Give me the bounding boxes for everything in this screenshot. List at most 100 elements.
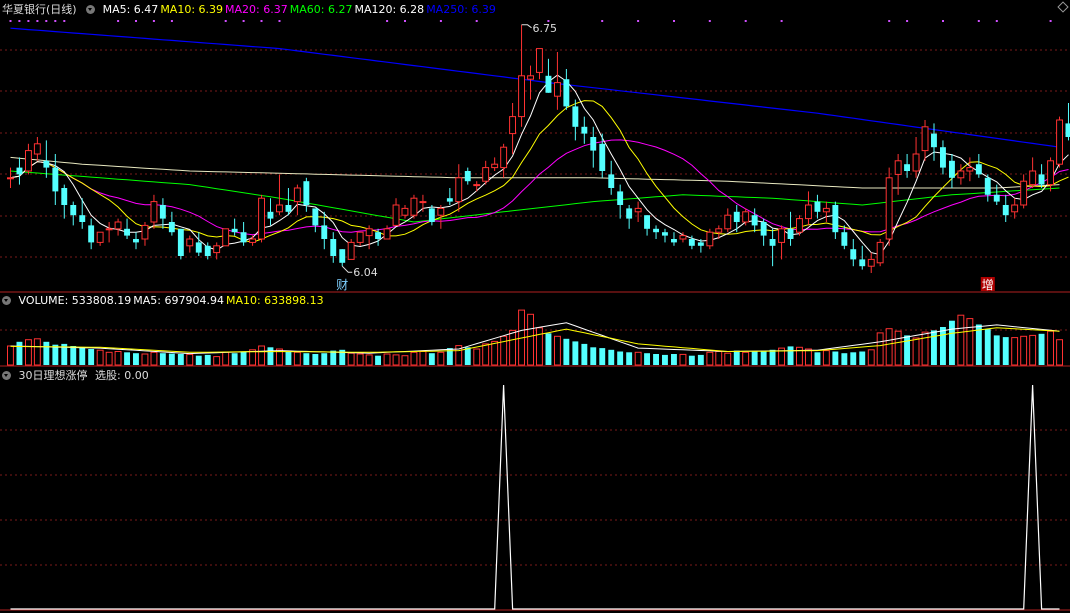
candle-body [626, 208, 633, 219]
indicator-signal-line [10, 384, 1060, 610]
volume-bar [473, 348, 481, 366]
volume-bar [70, 346, 77, 365]
candle-body [7, 177, 14, 180]
ma10-line [10, 100, 1069, 243]
volume-bar [114, 351, 122, 366]
volume-bar [437, 351, 445, 366]
volume-bar [1029, 334, 1037, 366]
volume-bar [706, 351, 714, 366]
volume-bar [545, 333, 552, 365]
candle-body [590, 137, 597, 151]
marker-dot [170, 20, 173, 22]
volume-bar [240, 351, 247, 365]
volume-bar [822, 350, 830, 366]
ma-legend-item-1: MA10: 6.39 [160, 3, 224, 16]
candle-body [133, 239, 139, 243]
dropdown-icon[interactable] [2, 371, 11, 380]
volume-bar [231, 353, 238, 365]
candlesticks [7, 24, 1070, 273]
marker-dot [995, 20, 998, 22]
volume-bar [150, 351, 158, 366]
candle-body [885, 177, 893, 240]
volume-bar [168, 353, 175, 365]
candle-body [401, 207, 409, 216]
marker-dot [780, 20, 783, 22]
candle-body [527, 75, 534, 80]
candle-body [814, 201, 821, 212]
dropdown-icon[interactable] [2, 296, 11, 305]
volume-bar [500, 335, 508, 366]
volume-bar [841, 353, 848, 365]
volume-bar [966, 318, 974, 366]
candle-body [392, 204, 400, 226]
candle-body [1047, 160, 1054, 186]
candle-body [419, 201, 427, 204]
volume-bar [885, 328, 893, 366]
marker-dot [906, 20, 909, 22]
volume-bar [904, 335, 910, 365]
volume-ma5-line [10, 322, 1060, 355]
volume-bar [88, 349, 95, 365]
candle-body [769, 239, 776, 246]
candle-body [473, 184, 481, 187]
volume-legend-item-1: MA5: 697904.94 [133, 294, 224, 307]
indicator-value: 0.00 [124, 369, 149, 382]
marker-dot [278, 20, 281, 22]
candle-body [787, 228, 794, 239]
candle-body [222, 228, 230, 247]
candle-body [52, 167, 59, 192]
marker-dot [547, 20, 550, 22]
candle-body [984, 177, 991, 195]
candle-body [482, 167, 490, 182]
marker-dot [9, 20, 12, 22]
candle-body [141, 224, 149, 240]
marker-dot [386, 20, 389, 22]
volume-bar [984, 329, 991, 365]
marker-dot [708, 20, 711, 22]
volume-bar [213, 356, 221, 366]
volume-bar [796, 346, 803, 366]
candle-body [949, 160, 955, 178]
candle-body [921, 126, 929, 152]
candle-body [957, 170, 965, 179]
volume-bar [43, 341, 50, 365]
volume-bar [1020, 335, 1028, 366]
marker-dot [475, 20, 478, 22]
candle-body [1065, 123, 1070, 137]
candle-body [375, 232, 381, 239]
volume-bar [25, 339, 32, 366]
candle-body [124, 228, 130, 236]
candle-body [285, 205, 292, 212]
volume-bar [267, 347, 274, 365]
volume-bar [787, 346, 794, 365]
ma-legend-item-0: MA5: 6.47 [102, 3, 159, 16]
candle-body [832, 205, 839, 233]
marker-dot [63, 20, 66, 22]
candle-body [733, 211, 740, 222]
dropdown-icon[interactable] [86, 5, 96, 14]
marker-dot [224, 20, 227, 22]
volume-bar [312, 354, 319, 365]
candle-body [258, 197, 266, 240]
candle-body [671, 239, 677, 243]
candle-body [347, 241, 355, 260]
volume-bar [195, 355, 202, 365]
candle-body [822, 207, 830, 213]
volume-bar [141, 353, 149, 366]
candle-body [79, 215, 86, 222]
main-header: 华夏银行(日线) MA5: 6.47 MA10: 6.39 MA20: 6.37 MA… [2, 3, 504, 17]
volume-bar [644, 353, 650, 365]
candle-body [114, 221, 122, 230]
candle-body [644, 215, 650, 229]
candle-body [293, 187, 301, 203]
candle-body [751, 215, 758, 226]
top-marker-dots [9, 20, 1052, 22]
high-marker-line [521, 24, 532, 29]
candle-body [330, 239, 337, 256]
candle-body [931, 133, 937, 148]
marker-dot [404, 20, 406, 22]
indicator-label: 选股: [95, 369, 125, 382]
volume-bar [912, 337, 920, 366]
volume-bar [876, 332, 884, 366]
volume-bar [894, 330, 902, 366]
